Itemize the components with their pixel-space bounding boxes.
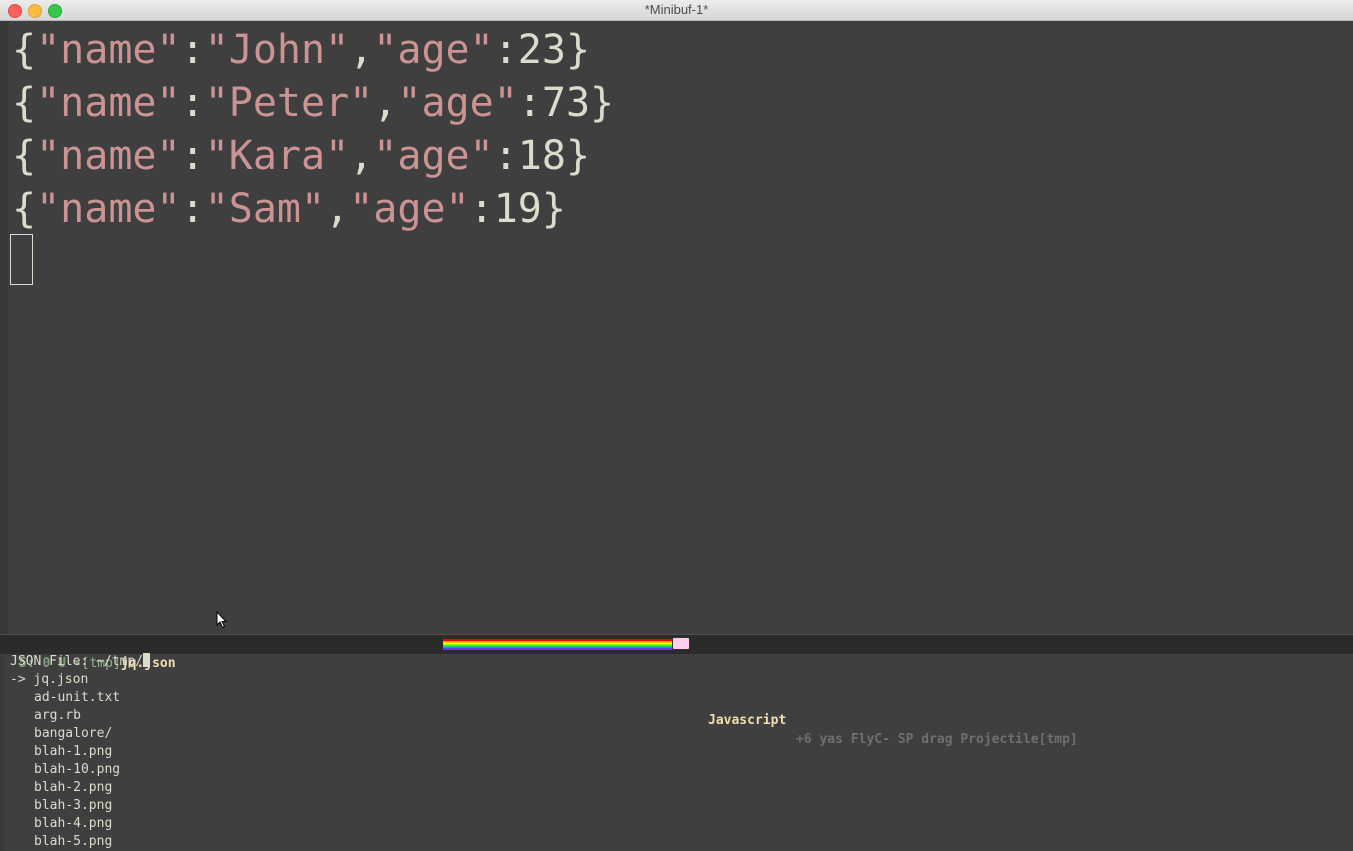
- nyan-cat-icon: [672, 637, 690, 650]
- json-string: "age": [373, 133, 494, 179]
- completion-item[interactable]: blah-10.png: [10, 761, 1350, 779]
- json-punctuation: ,: [349, 27, 374, 73]
- completion-item[interactable]: arg.rb: [10, 707, 1350, 725]
- json-punctuation: :: [493, 27, 518, 73]
- json-string: "name": [36, 80, 181, 126]
- json-string: "age": [349, 186, 470, 232]
- json-string: "age": [373, 27, 494, 73]
- json-string: "name": [36, 27, 181, 73]
- code-line: {"name":"Sam","age":19}: [12, 183, 1342, 236]
- minibuffer[interactable]: JSON File: ~/tmp/ -> jq.json ad-unit.txt…: [10, 653, 1350, 851]
- json-punctuation: :: [180, 186, 205, 232]
- json-punctuation: ,: [349, 133, 374, 179]
- completion-item[interactable]: blah-4.png: [10, 815, 1350, 833]
- mode-line: 5: 0 U -[tmp]jq.json Javascript +6 yas F…: [0, 634, 1353, 747]
- completion-selected[interactable]: -> jq.json: [10, 671, 1350, 689]
- minibuffer-cursor: [143, 653, 151, 667]
- json-string: "Peter": [204, 80, 374, 126]
- completion-selected-label: jq.json: [33, 672, 89, 687]
- json-punctuation: :: [180, 27, 205, 73]
- left-fringe: [0, 21, 8, 635]
- json-punctuation: }: [541, 186, 566, 232]
- completion-item[interactable]: blah-1.png: [10, 743, 1350, 761]
- json-punctuation: :: [517, 80, 542, 126]
- completion-item[interactable]: ad-unit.txt: [10, 689, 1350, 707]
- json-string: "name": [36, 186, 181, 232]
- json-punctuation: {: [12, 27, 37, 73]
- json-string: "age": [397, 80, 518, 126]
- json-string: "name": [36, 133, 181, 179]
- code-line: {"name":"Kara","age":18}: [12, 130, 1342, 183]
- json-number: 18: [517, 133, 566, 179]
- window-title: *Minibuf-1*: [644, 2, 709, 17]
- json-punctuation: :: [180, 133, 205, 179]
- json-number: 19: [493, 186, 542, 232]
- mouse-pointer-icon: [216, 611, 228, 629]
- json-punctuation: }: [565, 133, 591, 179]
- code-line: {"name":"John","age":23}: [12, 24, 1342, 77]
- json-punctuation: {: [12, 186, 37, 232]
- json-punctuation: :: [493, 133, 518, 179]
- selection-arrow: ->: [10, 672, 34, 687]
- json-number: 23: [517, 27, 566, 73]
- json-number: 73: [541, 80, 591, 126]
- minibuffer-prompt-line[interactable]: JSON File: ~/tmp/: [10, 653, 1350, 671]
- completion-item[interactable]: blah-2.png: [10, 779, 1350, 797]
- json-punctuation: }: [565, 27, 591, 73]
- json-punctuation: ,: [325, 186, 350, 232]
- completion-item[interactable]: blah-5.png: [10, 833, 1350, 851]
- json-punctuation: {: [12, 80, 37, 126]
- text-cursor: [10, 234, 33, 285]
- completion-item[interactable]: bangalore/: [10, 725, 1350, 743]
- code-line: {"name":"Peter","age":73}: [12, 77, 1342, 130]
- json-punctuation: :: [180, 80, 205, 126]
- json-string: "John": [204, 27, 350, 73]
- json-punctuation: :: [469, 186, 494, 232]
- json-string: "Kara": [204, 133, 350, 179]
- json-punctuation: }: [590, 80, 615, 126]
- json-punctuation: {: [12, 133, 37, 179]
- json-string: "Sam": [204, 186, 326, 232]
- minibuffer-prompt: JSON File: ~/tmp/: [10, 654, 144, 669]
- json-punctuation: ,: [373, 80, 398, 126]
- editor-buffer[interactable]: {"name":"John","age":23} {"name":"Peter",…: [12, 24, 1342, 634]
- title-bar: *Minibuf-1*: [0, 0, 1353, 21]
- nyan-progress-bar: [443, 639, 673, 650]
- completion-item[interactable]: blah-3.png: [10, 797, 1350, 815]
